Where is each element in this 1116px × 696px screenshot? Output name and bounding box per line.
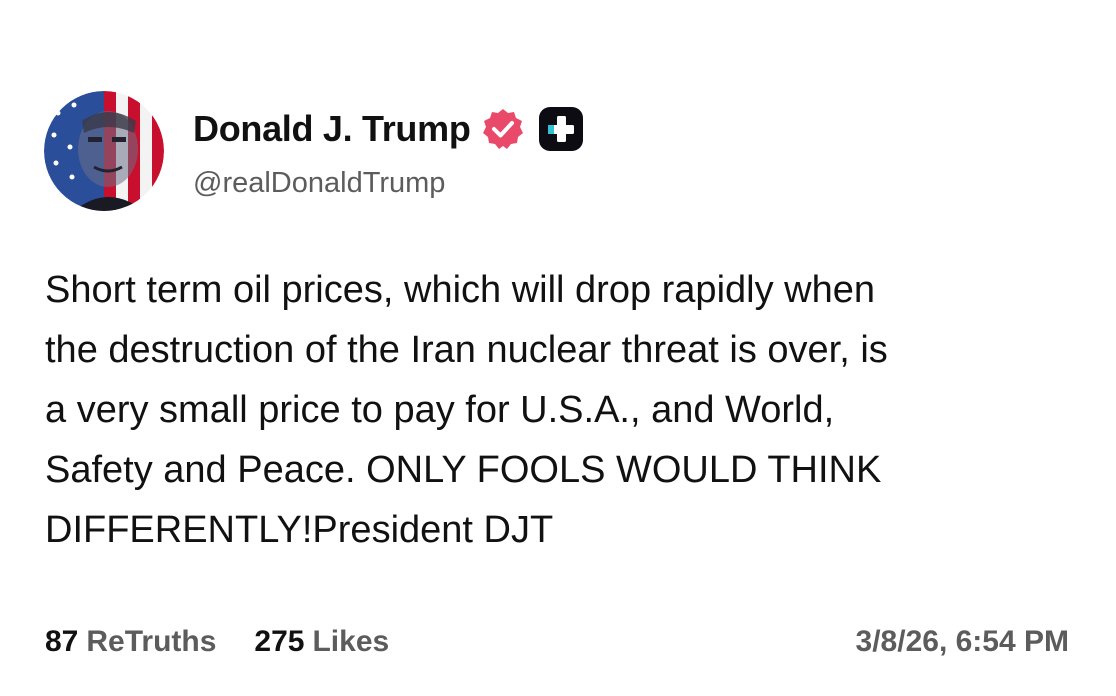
post-line: Safety and Peace. ONLY FOOLS WOULD THINK [45,449,882,491]
verified-badge-icon [481,107,525,151]
likes-stat[interactable]: 275 Likes [254,625,389,659]
avatar-image [44,91,164,211]
retruths-label: ReTruths [86,625,217,658]
truth-plus-icon [537,105,585,153]
post-line: DIFFERENTLY!President DJT [45,509,554,551]
author-name-row: Donald J. Trump [193,104,585,154]
post-footer: 87 ReTruths 275 Likes 3/8/26, 6:54 PM [45,622,1071,662]
likes-count: 275 [254,625,305,658]
flag-portrait-avatar[interactable] [44,91,164,211]
author-display-name[interactable]: Donald J. Trump [193,108,471,150]
post-line: a very small price to pay for U.S.A., an… [45,389,835,431]
likes-label: Likes [312,625,390,658]
retruths-stat[interactable]: 87 ReTruths [45,625,216,659]
post-card: Donald J. Trump @realDonaldTrump Short t… [0,0,1116,696]
post-line: Short term oil prices, which will drop r… [45,269,875,311]
post-timestamp[interactable]: 3/8/26, 6:54 PM [856,625,1069,659]
post-line: the destruction of the Iran nuclear thre… [45,329,888,371]
post-body: Short term oil prices, which will drop r… [45,260,1085,560]
author-handle[interactable]: @realDonaldTrump [193,167,445,200]
retruths-count: 87 [45,625,79,658]
